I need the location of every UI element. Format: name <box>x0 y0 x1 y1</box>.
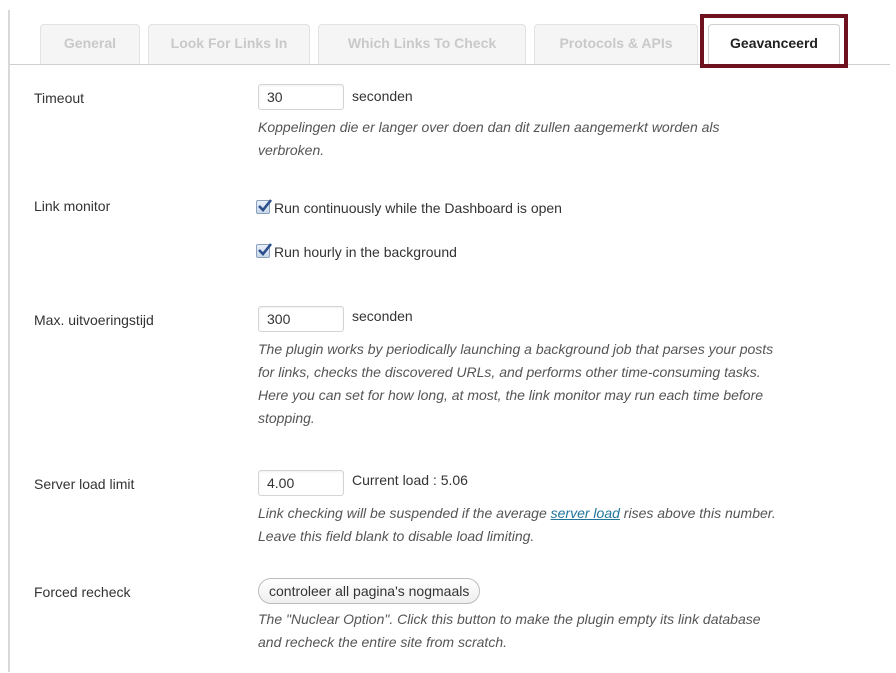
max-exec-unit: seconden <box>352 308 413 324</box>
run-hourly-checkbox[interactable] <box>256 243 273 258</box>
run-continuously-text: Run continuously while the Dashboard is … <box>274 200 562 216</box>
timeout-label: Timeout <box>34 90 85 106</box>
current-load-value: 5.06 <box>440 472 468 488</box>
timeout-input[interactable] <box>258 84 344 110</box>
max-exec-description: The plugin works by periodically launchi… <box>258 341 774 426</box>
recheck-all-pages-button[interactable]: controleer all pagina's nogmaals <box>258 578 481 604</box>
server-load-link[interactable]: server load <box>551 505 620 521</box>
timeout-unit: seconden <box>352 88 413 104</box>
tab-look-for-links-in[interactable]: Look For Links In <box>148 24 310 64</box>
checkmark-icon <box>258 243 273 256</box>
tab-protocols-apis[interactable]: Protocols & APIs <box>534 24 698 64</box>
tab-bar: General Look For Links In Which Links To… <box>10 10 890 65</box>
checkmark-icon <box>258 199 273 212</box>
server-load-label: Server load limit <box>34 476 135 492</box>
current-load-label: Current load : <box>352 472 437 488</box>
current-load: Current load : 5.06 <box>352 472 468 488</box>
server-load-description: Link checking will be suspended if the a… <box>258 505 776 544</box>
tab-which-links-to-check[interactable]: Which Links To Check <box>318 24 526 64</box>
tab-general[interactable]: General <box>40 24 140 64</box>
recheck-description: The "Nuclear Option". Click this button … <box>258 611 761 650</box>
run-hourly-text: Run hourly in the background <box>274 244 457 260</box>
max-exec-input[interactable] <box>258 306 344 332</box>
settings-panel: General Look For Links In Which Links To… <box>8 10 890 672</box>
timeout-description: Koppelingen die er langer over doen dan … <box>258 119 720 158</box>
run-continuously-checkbox[interactable] <box>256 199 273 214</box>
forced-recheck-label: Forced recheck <box>34 584 131 600</box>
server-load-input[interactable] <box>258 470 344 496</box>
tab-geavanceerd[interactable]: Geavanceerd <box>708 24 840 65</box>
max-exec-label: Max. uitvoeringstijd <box>34 312 154 328</box>
link-monitor-label: Link monitor <box>34 198 111 214</box>
